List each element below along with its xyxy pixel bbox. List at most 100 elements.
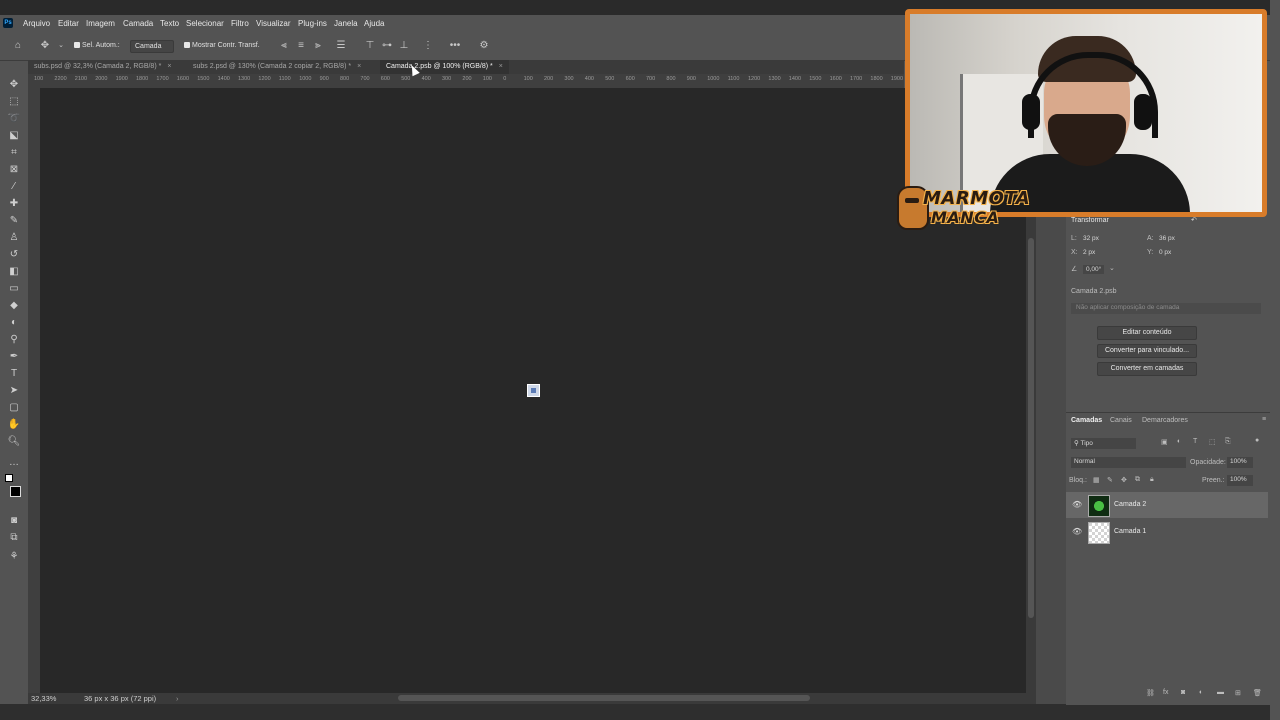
- layer-comp-dropdown[interactable]: Não aplicar composição de camada: [1071, 303, 1261, 314]
- reset-transform-icon[interactable]: ↶: [1191, 216, 1197, 224]
- healing-brush-icon[interactable]: ✚: [7, 197, 21, 211]
- move-tool-icon[interactable]: ✥: [7, 78, 21, 92]
- link-layers-icon[interactable]: ⛓: [1146, 689, 1155, 697]
- gradient-tool-icon[interactable]: ▭: [7, 282, 21, 296]
- filter-pixel-icon[interactable]: ▣: [1161, 438, 1168, 446]
- auto-select-target-dropdown[interactable]: Camada: [130, 40, 174, 53]
- frame-tool-icon[interactable]: ⊠: [7, 163, 21, 177]
- menu-selecionar[interactable]: Selecionar: [186, 19, 224, 28]
- panel-menu-icon[interactable]: ≡: [1262, 416, 1266, 423]
- pen-tool-icon[interactable]: ✒: [7, 350, 21, 364]
- more-tools-icon[interactable]: …: [7, 456, 21, 470]
- zoom-small-icon[interactable]: ⚲: [7, 333, 21, 347]
- menu-camada[interactable]: Camada: [123, 19, 153, 28]
- eraser-tool-icon[interactable]: ◧: [7, 265, 21, 279]
- auto-select-checkbox[interactable]: Sel. Autom.:: [74, 42, 120, 49]
- edit-contents-button[interactable]: Editar conteúdo: [1097, 326, 1197, 340]
- horizontal-scrollbar-thumb[interactable]: [398, 695, 810, 701]
- menu-arquivo[interactable]: Arquivo: [23, 19, 50, 28]
- hand-tool-icon[interactable]: ✋: [7, 418, 21, 432]
- move-tool-icon[interactable]: ✥: [38, 39, 52, 53]
- convert-to-linked-button[interactable]: Converter para vinculado...: [1097, 344, 1197, 358]
- menu-imagem[interactable]: Imagem: [86, 19, 115, 28]
- menu-visualizar[interactable]: Visualizar: [256, 19, 291, 28]
- menu-plugins[interactable]: Plug-ins: [298, 19, 327, 28]
- home-icon[interactable]: ⌂: [11, 39, 25, 53]
- layer-row[interactable]: 👁︎ Camada 2: [1066, 492, 1268, 518]
- zoom-tool-icon[interactable]: 🔍︎: [7, 435, 21, 449]
- eye-icon[interactable]: 👁︎: [1072, 500, 1082, 509]
- new-layer-icon[interactable]: ⊞: [1235, 689, 1241, 697]
- lock-position-icon[interactable]: ✥: [1121, 476, 1127, 484]
- fill-field[interactable]: 100%: [1227, 475, 1253, 486]
- angle-field[interactable]: 0,00°: [1083, 265, 1105, 274]
- lock-pixels-icon[interactable]: ✎: [1107, 476, 1113, 484]
- layer-row[interactable]: 👁︎ Camada 1: [1066, 519, 1268, 545]
- layer-name[interactable]: Camada 2: [1114, 501, 1146, 508]
- height-field[interactable]: 36 px: [1159, 235, 1175, 242]
- chevron-down-icon[interactable]: ⌄: [54, 39, 68, 53]
- align-center-icon[interactable]: ≡: [294, 39, 308, 53]
- rectangle-tool-icon[interactable]: ▢: [7, 401, 21, 415]
- crop-tool-icon[interactable]: ⌗: [7, 146, 21, 160]
- show-transform-checkbox[interactable]: Mostrar Contr. Transf.: [184, 42, 260, 49]
- close-icon[interactable]: ×: [499, 63, 503, 70]
- lock-all-icon[interactable]: 🔒︎: [1150, 476, 1154, 484]
- tab-subs-psd[interactable]: subs.psd @ 32,3% (Camada 2, RGB/8) * ×: [34, 60, 171, 74]
- menu-texto[interactable]: Texto: [160, 19, 179, 28]
- distribute-vertical-icon[interactable]: ⋮: [421, 39, 435, 53]
- chevron-right-icon[interactable]: ›: [176, 693, 179, 704]
- panel-scrollbar[interactable]: [1270, 0, 1280, 720]
- filter-adjustment-icon[interactable]: ◐: [1177, 438, 1181, 445]
- lock-artboard-icon[interactable]: ⧉: [1135, 476, 1140, 484]
- tab-subs-2-psd[interactable]: subs 2.psd @ 130% (Camada 2 copiar 2, RG…: [193, 60, 361, 74]
- filter-toggle-icon[interactable]: ●: [1255, 437, 1259, 444]
- new-group-icon[interactable]: ▬: [1217, 689, 1224, 696]
- path-select-tool-icon[interactable]: ➤: [7, 384, 21, 398]
- x-field[interactable]: 2 px: [1083, 249, 1095, 256]
- layer-style-icon[interactable]: fx: [1163, 689, 1168, 696]
- tab-layers[interactable]: Camadas: [1071, 417, 1102, 424]
- align-right-icon[interactable]: ⫸: [311, 39, 325, 53]
- chevron-down-icon[interactable]: ⌄: [1109, 264, 1115, 272]
- quick-mask-icon[interactable]: ◙: [7, 514, 21, 528]
- type-tool-icon[interactable]: T: [7, 367, 21, 381]
- screen-mode-icon[interactable]: ⧉: [7, 531, 21, 545]
- tab-camada-2-psb[interactable]: Camada 2.psb @ 100% (RGB/8) * ×: [380, 60, 509, 74]
- gear-icon[interactable]: ⚙: [477, 39, 491, 53]
- add-mask-icon[interactable]: ◙: [1181, 689, 1185, 696]
- eyedropper-tool-icon[interactable]: ⁄: [7, 180, 21, 194]
- menu-editar[interactable]: Editar: [58, 19, 79, 28]
- scrollbar-thumb[interactable]: [1028, 238, 1034, 618]
- adjustment-layer-icon[interactable]: ◐: [1199, 689, 1203, 696]
- close-icon[interactable]: ×: [167, 63, 171, 70]
- tab-channels[interactable]: Canais: [1110, 417, 1132, 424]
- zoom-level[interactable]: 32,33%: [31, 693, 56, 704]
- more-options-icon[interactable]: •••: [448, 39, 462, 53]
- menu-janela[interactable]: Janela: [334, 19, 358, 28]
- document-info[interactable]: 36 px x 36 px (72 ppi): [84, 693, 156, 704]
- menu-ajuda[interactable]: Ajuda: [364, 19, 384, 28]
- marquee-tool-icon[interactable]: ⬚: [7, 95, 21, 109]
- brush-tool-icon[interactable]: ✎: [7, 214, 21, 228]
- lock-transparency-icon[interactable]: ▦: [1093, 476, 1100, 484]
- generative-icon[interactable]: ⚘: [7, 550, 21, 564]
- close-icon[interactable]: ×: [357, 63, 361, 70]
- filter-smart-object-icon[interactable]: ⎘: [1225, 438, 1231, 446]
- filter-type-icon[interactable]: T: [1193, 438, 1197, 445]
- align-middle-icon[interactable]: ⊶: [380, 39, 394, 53]
- opacity-field[interactable]: 100%: [1227, 457, 1253, 468]
- align-left-icon[interactable]: ⫷: [277, 39, 291, 53]
- tab-paths[interactable]: Demarcadores: [1142, 417, 1188, 424]
- layer-filter-dropdown[interactable]: ⚲ Tipo: [1071, 438, 1136, 449]
- menu-filtro[interactable]: Filtro: [231, 19, 249, 28]
- y-field[interactable]: 0 px: [1159, 249, 1171, 256]
- convert-to-layers-button[interactable]: Converter em camadas: [1097, 362, 1197, 376]
- object-select-tool-icon[interactable]: ⬕: [7, 129, 21, 143]
- lasso-tool-icon[interactable]: ➰: [7, 112, 21, 126]
- align-top-icon[interactable]: ⊤: [363, 39, 377, 53]
- filter-shape-icon[interactable]: ⬚: [1209, 438, 1216, 446]
- background-color-swatch[interactable]: [10, 486, 21, 497]
- document-canvas[interactable]: [527, 384, 540, 397]
- eye-icon[interactable]: 👁︎: [1072, 527, 1082, 536]
